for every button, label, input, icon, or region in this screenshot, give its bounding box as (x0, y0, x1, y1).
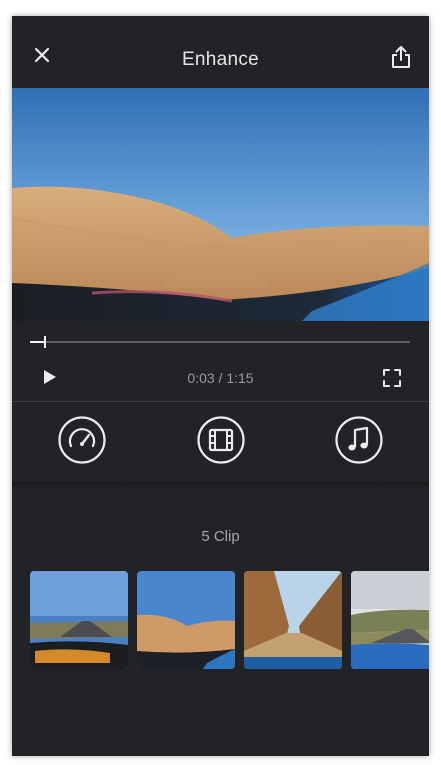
share-icon (392, 46, 410, 68)
clip-count-label: 5 Clip (201, 528, 240, 545)
clip-image (244, 571, 342, 669)
video-frame (12, 88, 429, 321)
header: Enhance (12, 16, 429, 88)
divider (12, 482, 429, 490)
fullscreen-icon (383, 369, 401, 387)
film-icon (197, 416, 245, 464)
speed-tool-button[interactable] (58, 416, 106, 464)
clip-thumbnail[interactable] (137, 571, 235, 669)
duration: 1:15 (226, 370, 254, 386)
progress-bar[interactable] (30, 336, 410, 348)
page-title: Enhance (181, 49, 260, 70)
speedometer-icon (58, 416, 106, 464)
progress-fill (30, 341, 46, 343)
clip-image (351, 571, 429, 669)
clip-image (137, 571, 235, 669)
progress-handle[interactable] (44, 336, 47, 348)
app-screen: Enhance 0:03 / 1:15 5 Clip (12, 16, 429, 756)
fullscreen-button[interactable] (383, 369, 401, 387)
playback-controls: 0:03 / 1:15 (12, 321, 429, 402)
playback-time: 0:03 / 1:15 (12, 370, 429, 386)
share-button[interactable] (389, 44, 413, 70)
clip-thumbnail[interactable] (244, 571, 342, 669)
clip-image (30, 571, 128, 669)
edit-tools (12, 402, 429, 482)
music-tool-button[interactable] (335, 416, 383, 464)
music-note-icon (335, 416, 383, 464)
current-time: 0:03 (187, 370, 215, 386)
clips-tool-button[interactable] (197, 416, 245, 464)
time-separator: / (214, 370, 227, 386)
clip-thumbnail[interactable] (30, 571, 128, 669)
clip-thumbnail[interactable] (351, 571, 429, 669)
video-preview[interactable] (12, 88, 429, 321)
clip-strip[interactable] (30, 571, 429, 669)
